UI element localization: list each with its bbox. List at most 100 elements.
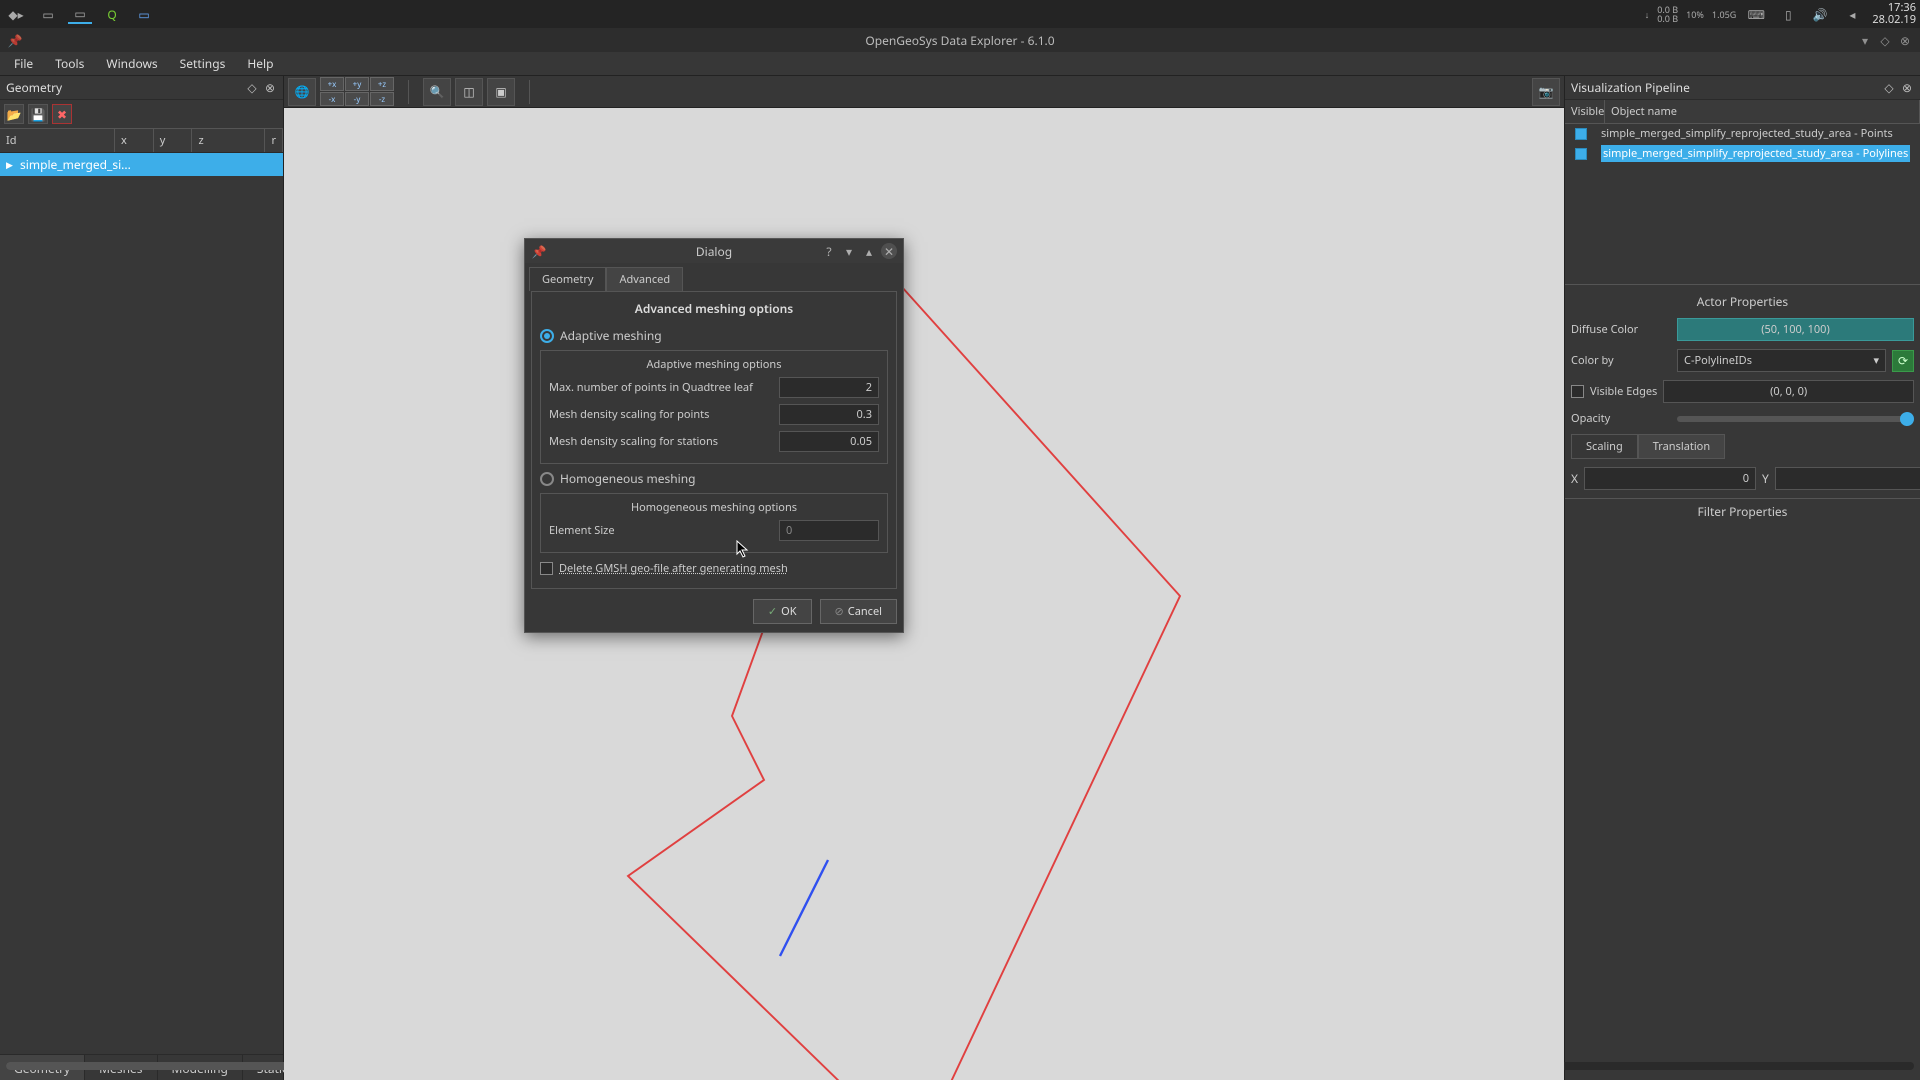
density-points-input[interactable] bbox=[779, 404, 879, 425]
vis-panel-close-icon[interactable]: ⊗ bbox=[1900, 81, 1914, 95]
check-icon: ✓ bbox=[768, 604, 777, 619]
actor-props-title: Actor Properties bbox=[1565, 289, 1920, 314]
view-btn-1[interactable]: +x bbox=[320, 77, 344, 91]
dialog-maximize-icon[interactable]: ▴ bbox=[861, 243, 877, 259]
col-r[interactable]: r bbox=[265, 129, 283, 152]
open-folder-button[interactable]: 📂 bbox=[4, 104, 24, 124]
delete-gmsh-checkbox[interactable] bbox=[540, 562, 553, 575]
radio-adaptive-label[interactable]: Adaptive meshing bbox=[560, 327, 662, 344]
dialog-tab-advanced[interactable]: Advanced bbox=[606, 267, 683, 291]
task-app-3[interactable]: ▭ bbox=[132, 4, 156, 24]
refresh-button[interactable]: ⟳ bbox=[1892, 350, 1914, 372]
radio-homogeneous[interactable] bbox=[540, 472, 554, 486]
dialog-help-icon[interactable]: ? bbox=[821, 243, 837, 259]
visible-edges-checkbox[interactable] bbox=[1571, 385, 1584, 398]
vis-panel-float-icon[interactable]: ◇ bbox=[1882, 81, 1896, 95]
x-label: X bbox=[1571, 467, 1578, 490]
viewport[interactable]: y x z 📌 Dialog ? ▾ ▴ ✕ bbox=[284, 108, 1564, 1080]
tab-translation[interactable]: Translation bbox=[1638, 434, 1725, 459]
tray-keyboard-icon[interactable]: ⌨ bbox=[1744, 4, 1768, 24]
delete-button[interactable]: ✖ bbox=[52, 104, 72, 124]
minimize-icon[interactable]: ▾ bbox=[1858, 33, 1872, 47]
x-input[interactable] bbox=[1584, 467, 1756, 490]
tray-battery-icon[interactable]: ▯ bbox=[1776, 4, 1800, 24]
col-x[interactable]: x bbox=[115, 129, 154, 152]
radio-homogeneous-label[interactable]: Homogeneous meshing bbox=[560, 470, 696, 487]
view-btn-2[interactable]: +y bbox=[345, 77, 369, 91]
cancel-button[interactable]: ⊘Cancel bbox=[820, 599, 897, 624]
y-label: Y bbox=[1762, 467, 1769, 490]
adaptive-group: Adaptive meshing options Max. number of … bbox=[540, 350, 888, 464]
tab-scaling[interactable]: Scaling bbox=[1571, 434, 1638, 459]
cpu2: 1.05G bbox=[1712, 10, 1736, 19]
density-stations-input[interactable] bbox=[779, 431, 879, 452]
element-size-input[interactable] bbox=[779, 520, 879, 541]
left-panel: Geometry ◇ ⊗ 📂 💾 ✖ Id x y z r ▶ simple_m… bbox=[0, 76, 284, 1080]
colorby-label: Color by bbox=[1571, 353, 1671, 368]
zoom-icon[interactable]: 🔍 bbox=[423, 78, 451, 106]
delete-gmsh-label[interactable]: Delete GMSH geo-file after generating me… bbox=[559, 561, 788, 576]
col-z[interactable]: z bbox=[192, 129, 265, 152]
view-btn-3[interactable]: +z bbox=[370, 77, 394, 91]
viscol-object[interactable]: Object name bbox=[1605, 100, 1920, 123]
dialog-pin-icon[interactable]: 📌 bbox=[531, 243, 547, 259]
task-app-2[interactable]: ▭ bbox=[68, 4, 92, 24]
menu-tools[interactable]: Tools bbox=[45, 53, 94, 74]
view-btn-5[interactable]: -y bbox=[345, 92, 369, 106]
colorby-select[interactable]: C-PolylineIDs ▾ bbox=[1677, 349, 1886, 372]
tray-volume-icon[interactable]: 🔊 bbox=[1808, 4, 1832, 24]
opacity-label: Opacity bbox=[1571, 411, 1671, 426]
view-btn-4[interactable]: -x bbox=[320, 92, 344, 106]
close-icon[interactable]: ⊗ bbox=[1898, 33, 1912, 47]
save-button[interactable]: 💾 bbox=[28, 104, 48, 124]
window-title: OpenGeoSys Data Explorer - 6.1.0 bbox=[865, 32, 1054, 49]
task-app-qgis[interactable]: Q bbox=[100, 4, 124, 24]
camera-icon[interactable]: 📷 bbox=[1532, 78, 1560, 106]
view-btn-6[interactable]: -z bbox=[370, 92, 394, 106]
ok-button[interactable]: ✓OK bbox=[753, 599, 812, 624]
diffuse-value[interactable]: (50, 100, 100) bbox=[1677, 318, 1914, 341]
wireframe-icon[interactable]: ◫ bbox=[455, 78, 483, 106]
dialog-tab-geometry[interactable]: Geometry bbox=[529, 267, 606, 291]
vis-row-1[interactable]: simple_merged_simplify_reprojected_study… bbox=[1565, 143, 1920, 164]
col-id[interactable]: Id bbox=[0, 129, 115, 152]
dialog-close-icon[interactable]: ✕ bbox=[881, 243, 897, 259]
dialog-minimize-icon[interactable]: ▾ bbox=[841, 243, 857, 259]
scene: y x z bbox=[284, 108, 1564, 1080]
net-down-value: 0.0 B bbox=[1657, 14, 1678, 23]
vis-row-0[interactable]: simple_merged_simplify_reprojected_study… bbox=[1565, 124, 1920, 143]
radio-adaptive[interactable] bbox=[540, 329, 554, 343]
max-points-input[interactable] bbox=[779, 377, 879, 398]
geometry-tree-item[interactable]: ▶ simple_merged_si... bbox=[0, 153, 283, 176]
tree-expand-icon[interactable]: ▶ bbox=[6, 158, 16, 171]
dialog-section-title: Advanced meshing options bbox=[540, 300, 888, 325]
diffuse-label: Diffuse Color bbox=[1571, 322, 1671, 337]
right-panel: Visualization Pipeline ◇ ⊗ Visible Objec… bbox=[1564, 76, 1920, 1080]
vis-check-0[interactable] bbox=[1575, 128, 1587, 140]
tree-item-label: simple_merged_si... bbox=[20, 156, 131, 173]
geometry-table-header: Id x y z r bbox=[0, 128, 283, 153]
vis-check-1[interactable] bbox=[1575, 148, 1587, 160]
visible-edges-label[interactable]: Visible Edges bbox=[1590, 384, 1657, 399]
menu-windows[interactable]: Windows bbox=[96, 53, 167, 74]
menu-settings[interactable]: Settings bbox=[170, 53, 236, 74]
viscol-visible[interactable]: Visible bbox=[1565, 100, 1605, 123]
task-app-1[interactable]: ▭ bbox=[36, 4, 60, 24]
pin-icon[interactable]: 📌 bbox=[8, 33, 22, 47]
menu-help[interactable]: Help bbox=[237, 53, 283, 74]
y-input[interactable] bbox=[1775, 467, 1920, 490]
menu-file[interactable]: File bbox=[4, 53, 43, 74]
maximize-icon[interactable]: ◇ bbox=[1878, 33, 1892, 47]
panel-close-icon[interactable]: ⊗ bbox=[263, 81, 277, 95]
solid-icon[interactable]: ▣ bbox=[487, 78, 515, 106]
geometry-tree[interactable]: ▶ simple_merged_si... bbox=[0, 153, 283, 1054]
visible-edges-value[interactable]: (0, 0, 0) bbox=[1663, 380, 1914, 403]
col-y[interactable]: y bbox=[154, 129, 193, 152]
density-stations-label: Mesh density scaling for stations bbox=[549, 434, 779, 449]
opacity-slider[interactable] bbox=[1677, 416, 1914, 422]
app-launcher-icon[interactable]: ◆▸ bbox=[4, 4, 28, 24]
panel-float-icon[interactable]: ◇ bbox=[245, 81, 259, 95]
tray-chevron-icon[interactable]: ◂ bbox=[1840, 4, 1864, 24]
globe-icon[interactable]: 🌐 bbox=[288, 78, 316, 106]
viewport-toolbar: 🌐 +x +y +z -x -y -z 🔍 ◫ ▣ 📷 bbox=[284, 76, 1564, 108]
